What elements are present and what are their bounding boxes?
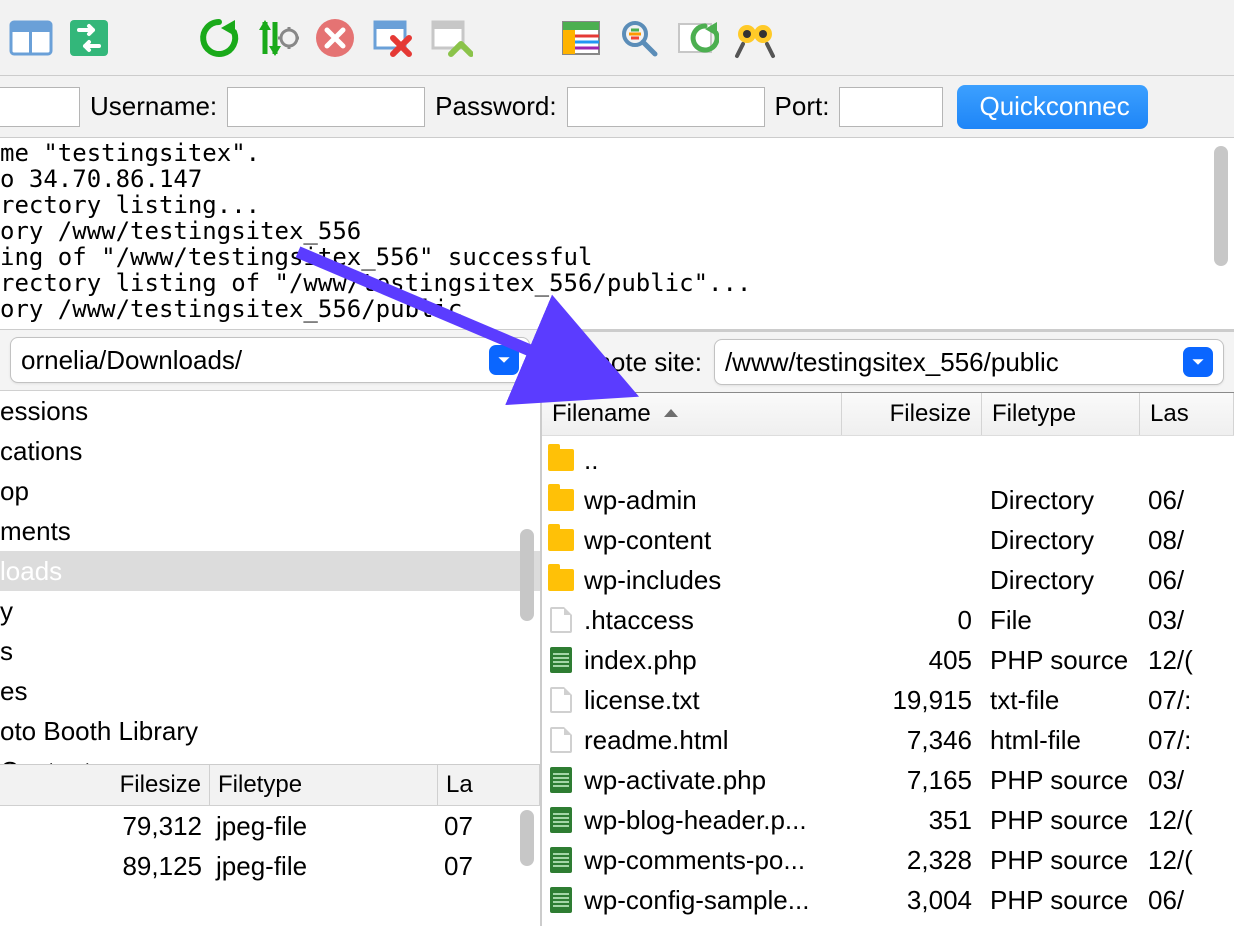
disconnect-button[interactable]	[370, 15, 416, 61]
local-tree-item[interactable]: oto Booth Library	[0, 711, 540, 751]
folder-icon	[548, 569, 574, 591]
file-icon	[550, 687, 572, 713]
local-tree-item[interactable]: s	[0, 631, 540, 671]
remote-file-row[interactable]: wp-contentDirectory08/	[542, 520, 1234, 560]
local-site-path: ornelia/Downloads/	[21, 345, 242, 376]
local-header-filesize[interactable]: Filesize	[0, 765, 210, 805]
remote-file-row[interactable]: wp-adminDirectory06/	[542, 480, 1234, 520]
remote-header-filesize[interactable]: Filesize	[842, 393, 982, 435]
remote-file-header: Filename Filesize Filetype Las	[542, 392, 1234, 436]
remote-file-row[interactable]: wp-config-sample...3,004PHP source06/	[542, 880, 1234, 920]
folder-icon	[548, 449, 574, 471]
chevron-down-icon[interactable]	[1183, 347, 1213, 377]
toggle-directory-listing-button[interactable]	[558, 15, 604, 61]
local-file-list[interactable]: 79,312jpeg-file0789,125jpeg-file07	[0, 806, 540, 926]
quickconnect-button[interactable]: Quickconnec	[957, 85, 1147, 129]
local-header-modified[interactable]: La	[438, 765, 540, 805]
local-header-filetype[interactable]: Filetype	[210, 765, 438, 805]
local-tree-item[interactable]: op	[0, 471, 540, 511]
local-tree-item[interactable]: loads	[0, 551, 540, 591]
connection-bar: Username: Password: Port: Quickconnec	[0, 76, 1234, 138]
port-label: Port:	[775, 91, 830, 122]
folder-icon	[548, 529, 574, 551]
remote-site-bar: Remote site: /www/testingsitex_556/publi…	[542, 332, 1234, 392]
toolbar	[0, 0, 1234, 76]
local-site-bar: ornelia/Downloads/	[0, 330, 540, 390]
log-text: me "testingsitex". o 34.70.86.147 rector…	[0, 138, 1234, 322]
sort-ascending-icon	[661, 404, 681, 424]
log-panel: me "testingsitex". o 34.70.86.147 rector…	[0, 138, 1234, 330]
host-input[interactable]	[0, 87, 80, 127]
directory-comparison-button[interactable]	[674, 15, 720, 61]
username-label: Username:	[90, 91, 217, 122]
cancel-button[interactable]	[312, 15, 358, 61]
processing-queue-button[interactable]	[254, 15, 300, 61]
toggle-transfer-queue-button[interactable]	[66, 15, 112, 61]
file-icon	[550, 607, 572, 633]
chevron-down-icon[interactable]	[489, 345, 519, 375]
php-file-icon	[550, 887, 572, 913]
local-tree[interactable]: essionscationsopmentsloadsysesoto Booth …	[0, 390, 540, 764]
local-site-combo[interactable]: ornelia/Downloads/	[10, 337, 530, 383]
remote-file-row[interactable]: license.txt19,915txt-file07/:	[542, 680, 1234, 720]
remote-file-row[interactable]: wp-activate.php7,165PHP source03/	[542, 760, 1234, 800]
local-file-row[interactable]: 79,312jpeg-file07	[0, 806, 540, 846]
remote-file-row[interactable]: wp-comments-po...2,328PHP source12/(	[542, 840, 1234, 880]
local-tree-item[interactable]: ments	[0, 511, 540, 551]
remote-file-row[interactable]: ..	[542, 440, 1234, 480]
local-tree-item[interactable]: Contents	[0, 751, 540, 764]
file-icon	[550, 727, 572, 753]
refresh-button[interactable]	[196, 15, 242, 61]
local-file-row[interactable]: 89,125jpeg-file07	[0, 846, 540, 886]
remote-site-combo[interactable]: /www/testingsitex_556/public	[714, 339, 1224, 385]
remote-site-label: Remote site:	[556, 347, 702, 378]
password-input[interactable]	[567, 87, 765, 127]
php-file-icon	[550, 767, 572, 793]
reconnect-button[interactable]	[428, 15, 474, 61]
log-scrollbar[interactable]	[1214, 146, 1228, 316]
port-input[interactable]	[839, 87, 943, 127]
php-file-icon	[550, 647, 572, 673]
local-file-header: Filesize Filetype La	[0, 764, 540, 806]
php-file-icon	[550, 807, 572, 833]
password-label: Password:	[435, 91, 556, 122]
local-tree-item[interactable]: essions	[0, 391, 540, 431]
local-tree-item[interactable]: cations	[0, 431, 540, 471]
php-file-icon	[550, 847, 572, 873]
site-manager-button[interactable]	[8, 15, 54, 61]
filter-button[interactable]	[616, 15, 662, 61]
local-tree-item[interactable]: y	[0, 591, 540, 631]
remote-file-row[interactable]: .htaccess0File03/	[542, 600, 1234, 640]
remote-file-row[interactable]: readme.html7,346html-file07/:	[542, 720, 1234, 760]
local-tree-scrollbar[interactable]	[520, 529, 534, 621]
search-button[interactable]	[732, 15, 778, 61]
username-input[interactable]	[227, 87, 425, 127]
local-file-scrollbar[interactable]	[520, 810, 534, 866]
remote-header-modified[interactable]: Las	[1140, 393, 1234, 435]
remote-site-path: /www/testingsitex_556/public	[725, 347, 1059, 378]
remote-file-list[interactable]: ..wp-adminDirectory06/wp-contentDirector…	[542, 436, 1234, 926]
remote-header-filename[interactable]: Filename	[542, 393, 842, 435]
remote-file-row[interactable]: index.php405PHP source12/(	[542, 640, 1234, 680]
folder-icon	[548, 489, 574, 511]
local-tree-item[interactable]: es	[0, 671, 540, 711]
local-pane: ornelia/Downloads/ essionscationsopments…	[0, 330, 542, 926]
remote-pane: Remote site: /www/testingsitex_556/publi…	[542, 330, 1234, 926]
remote-header-filetype[interactable]: Filetype	[982, 393, 1140, 435]
remote-file-row[interactable]: wp-includesDirectory06/	[542, 560, 1234, 600]
remote-file-row[interactable]: wp-blog-header.p...351PHP source12/(	[542, 800, 1234, 840]
